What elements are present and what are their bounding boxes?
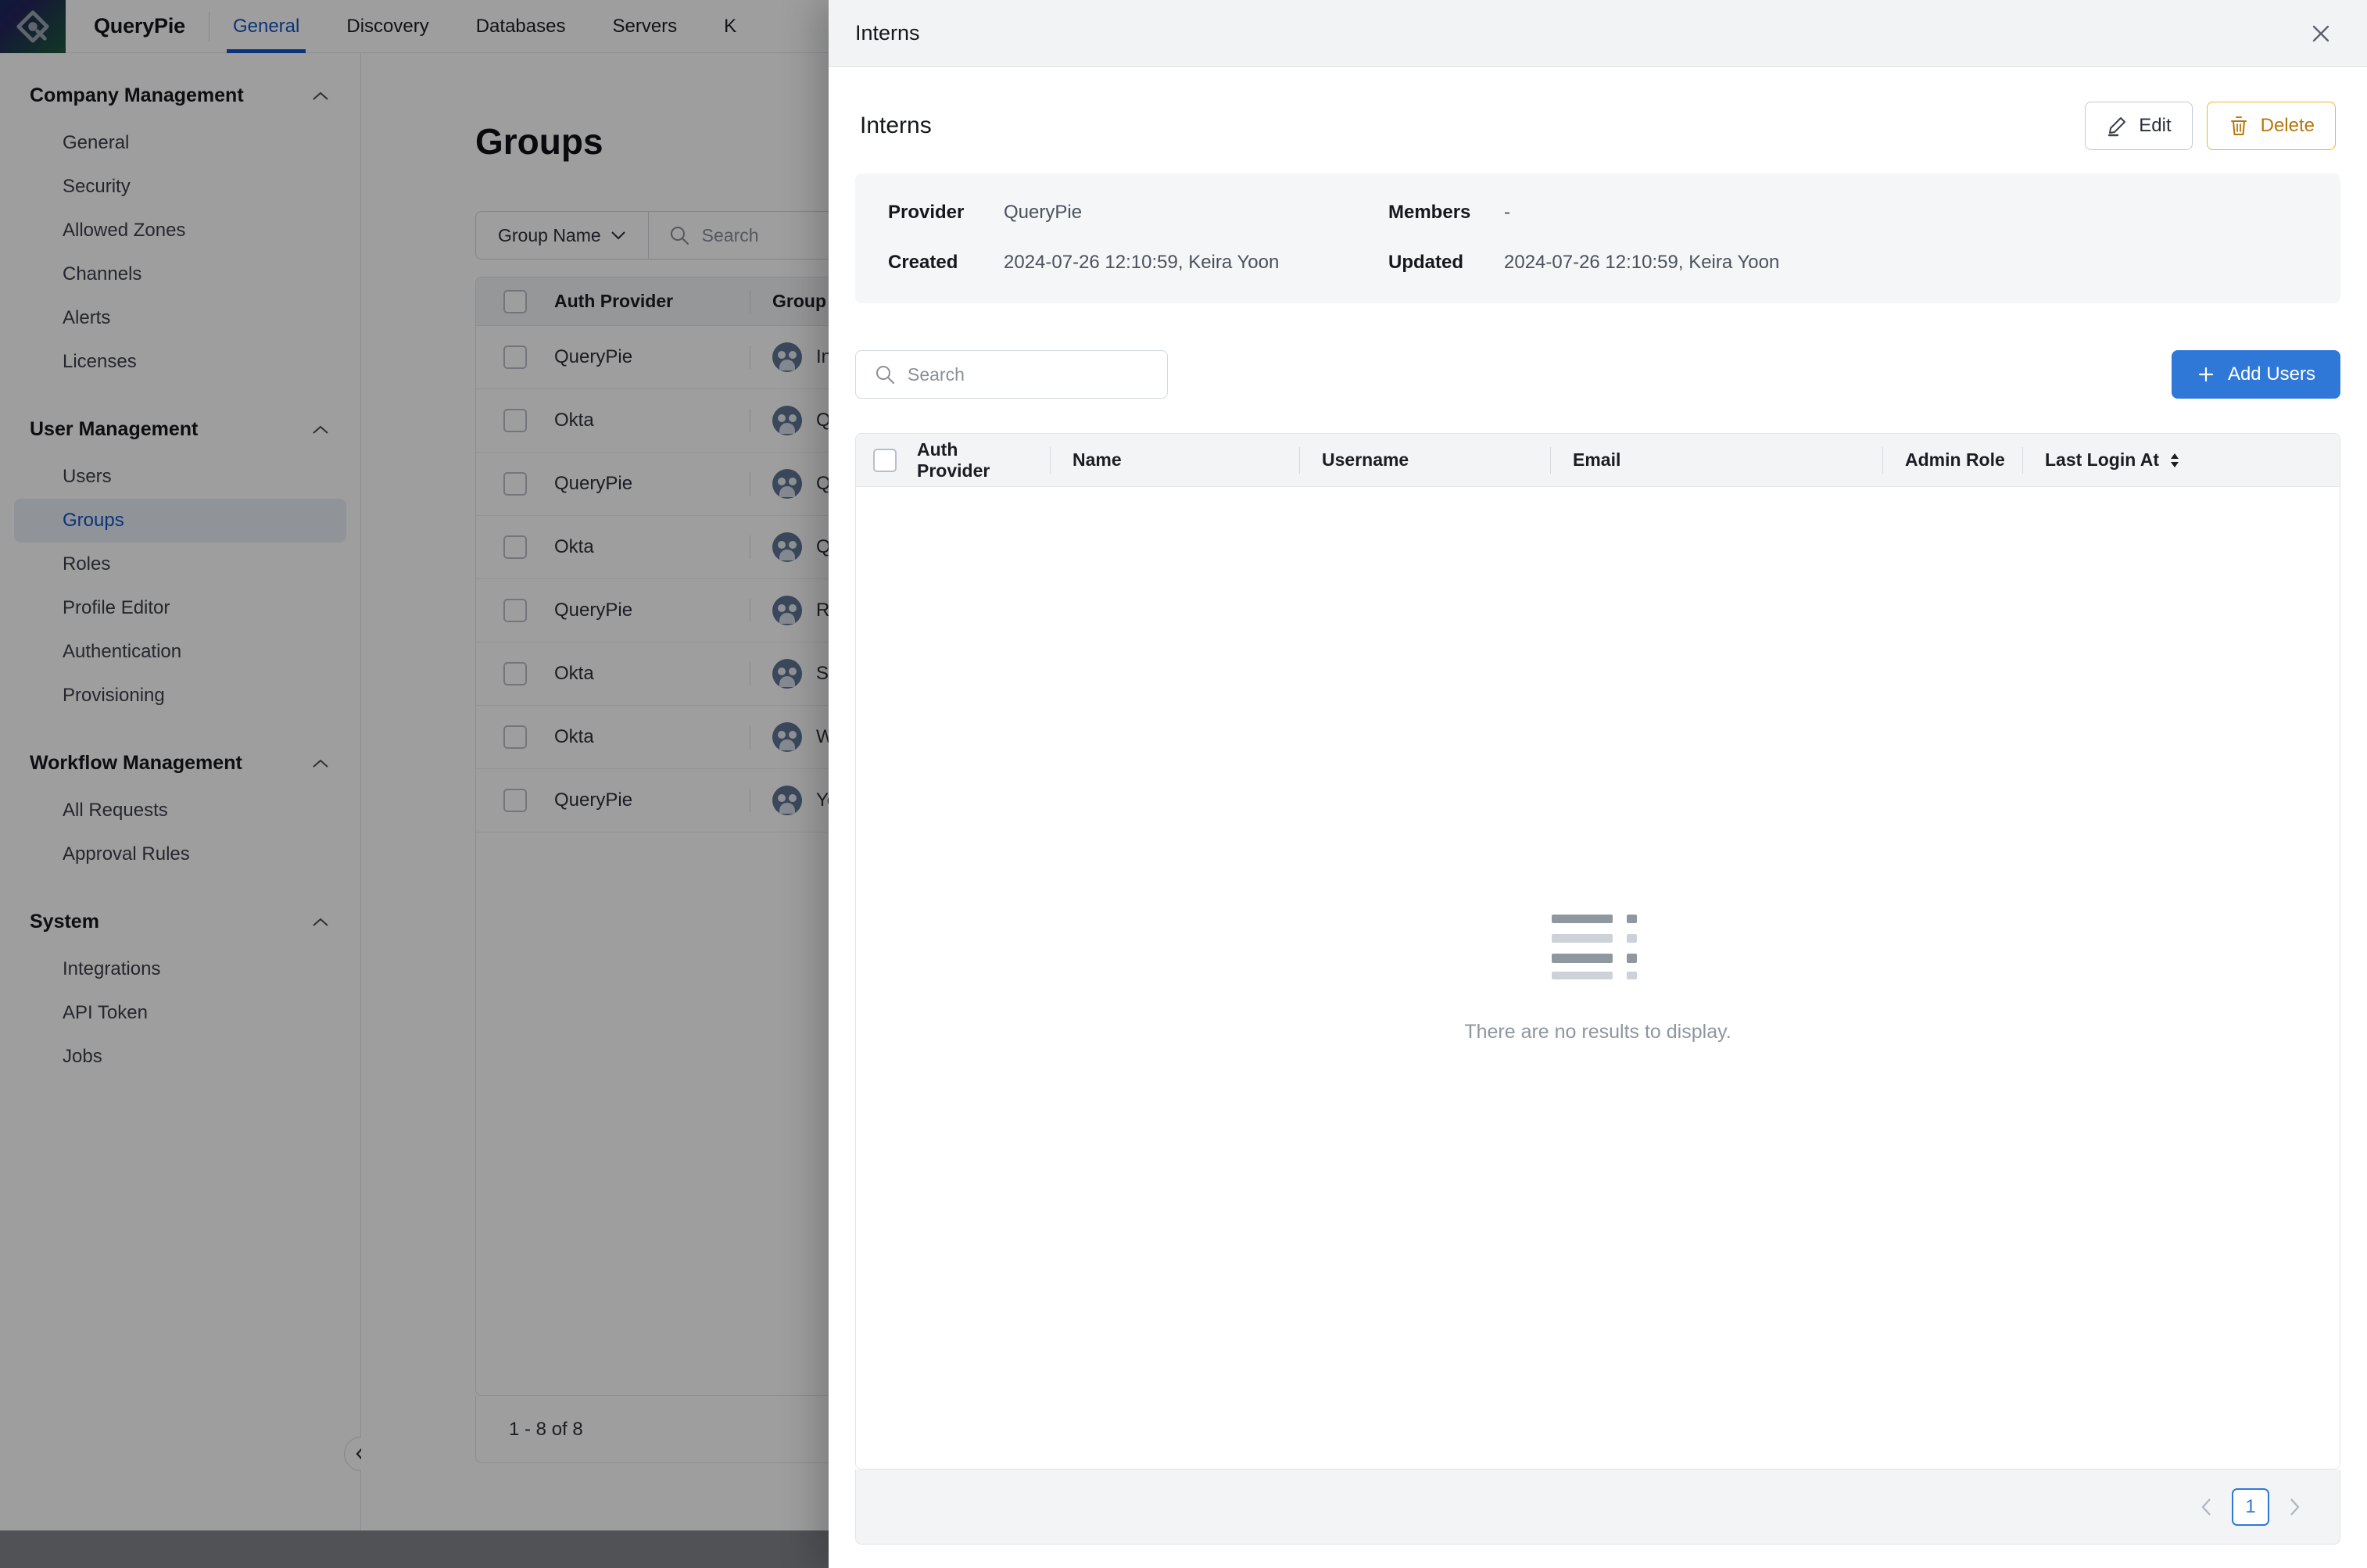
- members-table-header: Auth Provider Name Username Email Admin …: [856, 434, 2340, 487]
- panel-header-title: Interns: [855, 21, 920, 45]
- trash-icon: [2228, 115, 2250, 137]
- page-number-1[interactable]: 1: [2232, 1488, 2269, 1526]
- column-divider: [1882, 447, 1883, 474]
- info-provider-label: Provider: [888, 202, 1004, 224]
- search-icon: [875, 364, 895, 385]
- column-divider: [1050, 447, 1051, 474]
- empty-state-text: There are no results to display.: [1464, 1021, 1731, 1044]
- panel-title-row: Interns Edit: [855, 67, 2340, 174]
- column-email[interactable]: Email: [1570, 449, 1882, 471]
- panel-body: Interns Edit: [829, 67, 2367, 1470]
- members-pagination: 1: [855, 1470, 2340, 1545]
- members-table-body: There are no results to display.: [856, 487, 2340, 1469]
- edit-button[interactable]: Edit: [2085, 102, 2192, 150]
- add-users-button[interactable]: Add Users: [2172, 350, 2340, 399]
- info-provider: Provider QueryPie: [888, 202, 1388, 224]
- select-all-checkbox[interactable]: [856, 449, 914, 472]
- panel-title: Interns: [860, 113, 932, 139]
- panel-header: Interns: [829, 0, 2367, 67]
- prev-page-button[interactable]: [2190, 1490, 2224, 1524]
- delete-button[interactable]: Delete: [2207, 102, 2336, 150]
- search-placeholder: Search: [908, 364, 965, 385]
- edit-button-label: Edit: [2139, 115, 2171, 137]
- group-detail-panel: Interns Interns Edit: [829, 0, 2367, 1568]
- column-divider: [1550, 447, 1551, 474]
- checkbox-box: [873, 449, 897, 472]
- column-name[interactable]: Name: [1069, 449, 1299, 471]
- panel-actions: Edit Delete: [2085, 102, 2336, 150]
- info-created-value: 2024-07-26 12:10:59, Keira Yoon: [1004, 252, 1279, 274]
- pencil-icon: [2106, 115, 2128, 137]
- chevron-left-icon: [2200, 1497, 2214, 1517]
- members-toolbar: Search Add Users: [855, 350, 2340, 399]
- members-table: Auth Provider Name Username Email Admin …: [855, 433, 2340, 1470]
- info-members-value: -: [1504, 202, 1510, 224]
- close-button[interactable]: [2308, 20, 2334, 47]
- chevron-right-icon: [2287, 1497, 2301, 1517]
- column-last-login-at[interactable]: Last Login At: [2042, 449, 2181, 471]
- group-info-card: Provider QueryPie Members - Created 2024…: [855, 174, 2340, 303]
- no-results-icon: [1552, 913, 1644, 980]
- next-page-button[interactable]: [2277, 1490, 2311, 1524]
- info-updated-label: Updated: [1388, 252, 1504, 274]
- column-label: Last Login At: [2045, 449, 2159, 471]
- column-admin-role[interactable]: Admin Role: [1902, 449, 2022, 471]
- info-created-label: Created: [888, 252, 1004, 274]
- info-updated-value: 2024-07-26 12:10:59, Keira Yoon: [1504, 252, 1779, 274]
- delete-button-label: Delete: [2261, 115, 2315, 137]
- info-provider-value: QueryPie: [1004, 202, 1082, 224]
- info-members: Members -: [1388, 202, 2308, 224]
- sort-arrows-icon: [2168, 452, 2181, 469]
- column-username[interactable]: Username: [1319, 449, 1550, 471]
- info-members-label: Members: [1388, 202, 1504, 224]
- close-icon: [2308, 20, 2334, 47]
- info-updated: Updated 2024-07-26 12:10:59, Keira Yoon: [1388, 252, 2308, 274]
- add-users-label: Add Users: [2228, 363, 2315, 385]
- members-search-input[interactable]: Search: [855, 350, 1168, 399]
- info-created: Created 2024-07-26 12:10:59, Keira Yoon: [888, 252, 1388, 274]
- column-divider: [1299, 447, 1300, 474]
- column-divider: [2022, 447, 2023, 474]
- column-auth-provider[interactable]: Auth Provider: [914, 439, 1031, 481]
- plus-icon: [2197, 365, 2215, 384]
